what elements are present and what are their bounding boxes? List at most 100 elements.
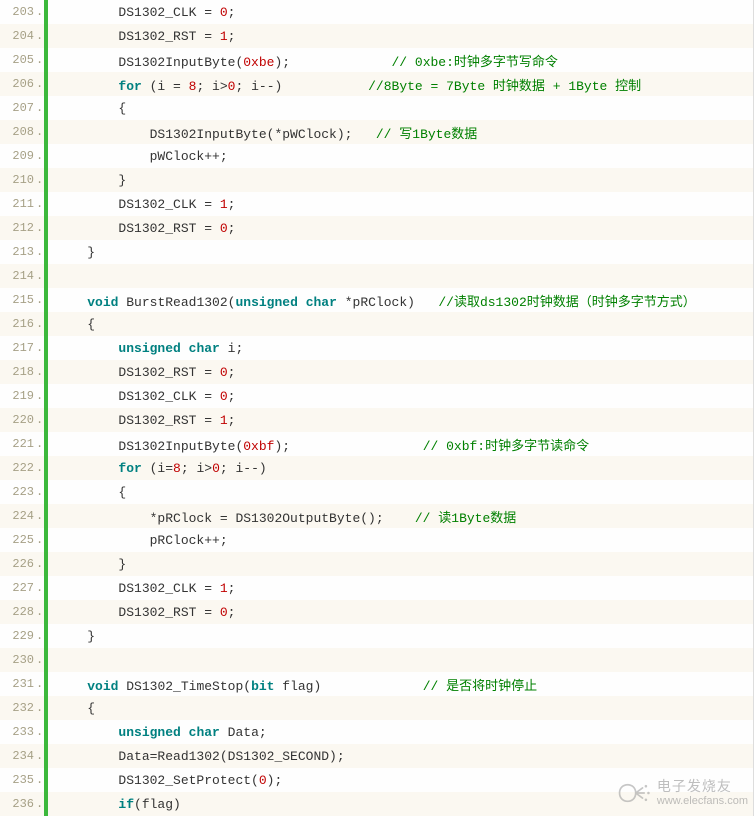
- change-marker: [44, 24, 48, 48]
- code-line: 231. void DS1302_TimeStop(bit flag) // 是…: [0, 672, 753, 696]
- line-dot: .: [36, 509, 44, 523]
- code-content[interactable]: DS1302_CLK = 1;: [56, 197, 753, 212]
- token-num: 0xbe: [243, 55, 274, 70]
- line-dot: .: [36, 197, 44, 211]
- token-keyword: char: [189, 341, 220, 356]
- line-dot: .: [36, 677, 44, 691]
- line-number: 211: [0, 197, 36, 211]
- token-keyword: for: [118, 461, 141, 476]
- line-dot: .: [36, 245, 44, 259]
- code-content[interactable]: DS1302_CLK = 1;: [56, 581, 753, 596]
- line-number: 214: [0, 269, 36, 283]
- code-line: 229. }: [0, 624, 753, 648]
- change-marker: [44, 312, 48, 336]
- code-content[interactable]: {: [56, 701, 753, 716]
- line-number: 207: [0, 101, 36, 115]
- code-content[interactable]: DS1302InputByte(*pWClock); // 写1Byte数据: [56, 123, 753, 142]
- code-line: 204. DS1302_RST = 1;: [0, 24, 753, 48]
- change-marker: [44, 576, 48, 600]
- code-content[interactable]: DS1302_CLK = 0;: [56, 5, 753, 20]
- token-num: 0: [220, 365, 228, 380]
- line-number: 230: [0, 653, 36, 667]
- line-dot: .: [36, 533, 44, 547]
- line-number: 223: [0, 485, 36, 499]
- code-content[interactable]: Data=Read1302(DS1302_SECOND);: [56, 749, 753, 764]
- change-marker: [44, 528, 48, 552]
- change-marker: [44, 744, 48, 768]
- code-content[interactable]: }: [56, 173, 753, 188]
- code-content[interactable]: }: [56, 557, 753, 572]
- line-number: 232: [0, 701, 36, 715]
- token-keyword: for: [118, 79, 141, 94]
- line-number: 231: [0, 677, 36, 691]
- line-number: 215: [0, 293, 36, 307]
- code-content[interactable]: DS1302_RST = 1;: [56, 29, 753, 44]
- code-content[interactable]: for (i=8; i>0; i--): [56, 461, 753, 476]
- code-content[interactable]: DS1302InputByte(0xbe); // 0xbe:时钟多字节写命令: [56, 51, 753, 70]
- code-content[interactable]: unsigned char Data;: [56, 725, 753, 740]
- line-dot: .: [36, 269, 44, 283]
- line-number: 233: [0, 725, 36, 739]
- code-content[interactable]: DS1302_RST = 0;: [56, 605, 753, 620]
- code-content[interactable]: {: [56, 485, 753, 500]
- code-content[interactable]: void DS1302_TimeStop(bit flag) // 是否将时钟停…: [56, 675, 753, 694]
- line-dot: .: [36, 365, 44, 379]
- token-keyword: unsigned: [118, 725, 180, 740]
- token-num: 0: [212, 461, 220, 476]
- token-comment: // 0xbe:时钟多字节写命令: [392, 55, 558, 70]
- line-dot: .: [36, 125, 44, 139]
- change-marker: [44, 0, 48, 24]
- line-number: 210: [0, 173, 36, 187]
- code-content[interactable]: pWClock++;: [56, 149, 753, 164]
- code-content[interactable]: {: [56, 317, 753, 332]
- line-dot: .: [36, 773, 44, 787]
- change-marker: [44, 696, 48, 720]
- line-number: 219: [0, 389, 36, 403]
- line-dot: .: [36, 605, 44, 619]
- line-number: 213: [0, 245, 36, 259]
- line-dot: .: [36, 29, 44, 43]
- code-content[interactable]: DS1302_RST = 0;: [56, 221, 753, 236]
- code-content[interactable]: }: [56, 245, 753, 260]
- token-num: 1: [220, 29, 228, 44]
- code-content[interactable]: DS1302_CLK = 0;: [56, 389, 753, 404]
- line-number: 234: [0, 749, 36, 763]
- code-content[interactable]: DS1302_RST = 0;: [56, 365, 753, 380]
- change-marker: [44, 288, 48, 312]
- line-number: 227: [0, 581, 36, 595]
- code-content[interactable]: void BurstRead1302(unsigned char *pRCloc…: [56, 291, 753, 310]
- change-marker: [44, 144, 48, 168]
- token-keyword: void: [87, 679, 118, 694]
- line-number: 222: [0, 461, 36, 475]
- code-content[interactable]: {: [56, 101, 753, 116]
- code-line: 219. DS1302_CLK = 0;: [0, 384, 753, 408]
- change-marker: [44, 456, 48, 480]
- code-content[interactable]: DS1302_RST = 1;: [56, 413, 753, 428]
- code-content[interactable]: for (i = 8; i>0; i--) //8Byte = 7Byte 时钟…: [56, 75, 753, 94]
- line-dot: .: [36, 101, 44, 115]
- token-comment: // 是否将时钟停止: [423, 679, 537, 694]
- token-comment: //8Byte = 7Byte 时钟数据 + 1Byte 控制: [368, 79, 641, 94]
- line-number: 236: [0, 797, 36, 811]
- token-num: 0: [259, 773, 267, 788]
- code-content[interactable]: *pRClock = DS1302OutputByte(); // 读1Byte…: [56, 507, 753, 526]
- change-marker: [44, 48, 48, 72]
- code-content[interactable]: unsigned char i;: [56, 341, 753, 356]
- token-num: 0: [220, 605, 228, 620]
- code-line: 230.: [0, 648, 753, 672]
- token-num: 0xbf: [243, 439, 274, 454]
- token-num: 1: [220, 413, 228, 428]
- code-content[interactable]: DS1302InputByte(0xbf); // 0xbf:时钟多字节读命令: [56, 435, 753, 454]
- code-content[interactable]: pRClock++;: [56, 533, 753, 548]
- code-line: 210. }: [0, 168, 753, 192]
- change-marker: [44, 120, 48, 144]
- code-content[interactable]: }: [56, 629, 753, 644]
- line-number: 216: [0, 317, 36, 331]
- line-dot: .: [36, 725, 44, 739]
- line-number: 203: [0, 5, 36, 19]
- code-line: 218. DS1302_RST = 0;: [0, 360, 753, 384]
- token-keyword: char: [189, 725, 220, 740]
- change-marker: [44, 408, 48, 432]
- token-comment: // 写1Byte数据: [376, 127, 477, 142]
- change-marker: [44, 432, 48, 456]
